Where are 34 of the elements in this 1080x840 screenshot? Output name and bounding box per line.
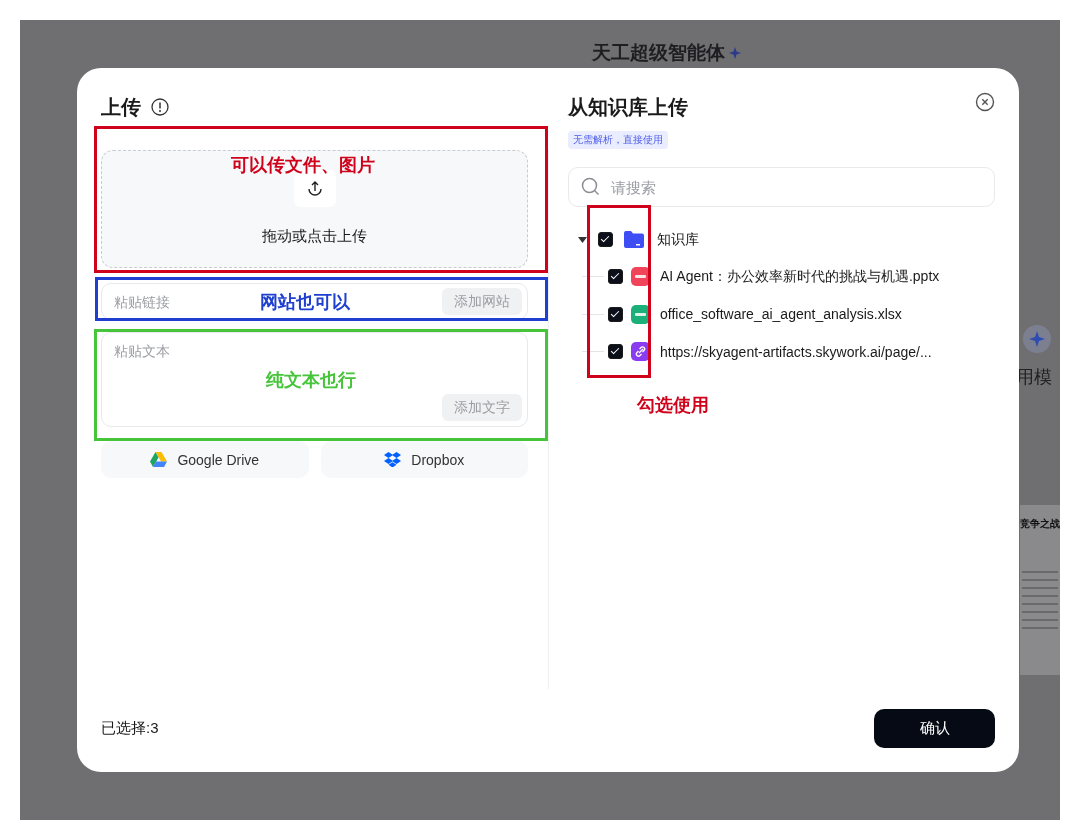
upload-title: 上传: [101, 95, 141, 120]
tree-item-label[interactable]: AI Agent：办公效率新时代的挑战与机遇.pptx: [660, 267, 940, 286]
drive-icon: [150, 452, 168, 467]
tree-item-label[interactable]: office_software_ai_agent_analysis.xlsx: [660, 306, 902, 323]
search-field[interactable]: 请搜索: [568, 167, 995, 207]
annotation-label: 纯文本也行: [266, 369, 356, 392]
drive-button[interactable]: Google Drive: [101, 441, 309, 478]
upload-icon: [306, 180, 323, 197]
annotation-label: 网站也可以: [260, 291, 350, 314]
document-title: 竞争之战: [1020, 517, 1060, 531]
search-icon: [581, 177, 600, 196]
sparkle-icon: [1023, 325, 1051, 353]
page-title: 天工超级智能体: [592, 41, 725, 65]
checkbox[interactable]: [608, 269, 623, 285]
info-tag: 无需解析，直接使用: [568, 131, 668, 149]
knowledge-base-title: 从知识库上传: [568, 95, 688, 120]
selected-count: 已选择:3: [101, 719, 159, 738]
checkbox[interactable]: [608, 344, 623, 360]
dropbox-icon: [384, 452, 402, 467]
dropbox-button[interactable]: Dropbox: [320, 441, 528, 478]
tree-item-label[interactable]: https://skyagent-artifacts.skywork.ai/page/...: [660, 343, 932, 360]
close-icon[interactable]: [975, 92, 995, 112]
sparkle-icon: [729, 47, 741, 59]
dropzone-text: 拖动或点击上传: [262, 227, 367, 246]
annotation-label: 勾选使用: [637, 394, 709, 417]
tree-item-label[interactable]: 知识库: [657, 230, 699, 249]
annotation-label: 可以传文件、图片: [231, 154, 375, 177]
text-lines-drawing: [1022, 571, 1058, 631]
confirm-button[interactable]: 确认: [874, 709, 995, 748]
caret-icon[interactable]: [578, 236, 587, 243]
checkbox[interactable]: [598, 232, 613, 247]
folder-icon: [624, 231, 644, 248]
info-icon[interactable]: [151, 98, 169, 116]
checkbox[interactable]: [608, 306, 623, 322]
